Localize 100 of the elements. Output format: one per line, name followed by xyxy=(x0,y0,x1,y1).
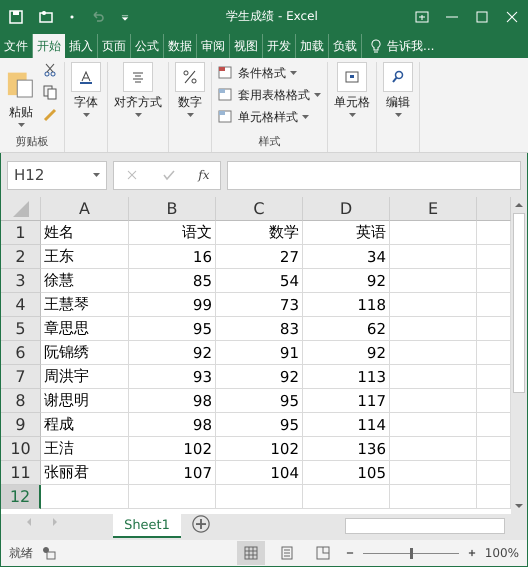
scrollbar-thumb[interactable] xyxy=(513,213,525,393)
maximize-icon[interactable] xyxy=(474,8,490,24)
save-icon[interactable] xyxy=(8,8,24,24)
styles-command[interactable]: 条件格式 xyxy=(238,64,286,82)
table-cell: 阮锦绣 xyxy=(41,341,129,365)
table-cell: 谢思明 xyxy=(41,389,129,413)
table-cell: 93 xyxy=(129,365,216,389)
table-cell: 91 xyxy=(216,341,303,365)
cells-icon xyxy=(344,69,360,85)
row-header[interactable]: 8 xyxy=(1,389,41,413)
table-cell: 92 xyxy=(129,341,216,365)
table-cell: 语文 xyxy=(129,221,216,245)
table-cell: 周洪宇 xyxy=(41,365,129,389)
table-cell: 113 xyxy=(303,365,390,389)
status-text: 就绪 xyxy=(9,544,33,562)
macro-record-icon[interactable] xyxy=(41,545,57,561)
form-icon[interactable] xyxy=(38,8,54,24)
row-header[interactable]: 5 xyxy=(1,317,41,341)
row-header[interactable]: 4 xyxy=(1,293,41,317)
table-cell: 95 xyxy=(216,389,303,413)
table-cell: 程成 xyxy=(41,413,129,437)
row-header[interactable]: 6 xyxy=(1,341,41,365)
table-cell: 99 xyxy=(129,293,216,317)
close-icon[interactable] xyxy=(504,8,520,24)
table-style-icon xyxy=(218,109,234,125)
table-cell: 98 xyxy=(129,413,216,437)
zoom-level[interactable]: 100% xyxy=(484,546,519,560)
page-icon xyxy=(278,545,295,561)
table-cell: 王慧琴 xyxy=(41,293,129,317)
caret-icon[interactable] xyxy=(348,113,356,118)
table-cell: 54 xyxy=(216,269,303,293)
styles-command[interactable]: 单元格样式 xyxy=(238,108,298,126)
table-cell: 104 xyxy=(216,461,303,485)
ribbon-display-icon[interactable] xyxy=(414,8,430,24)
table-cell: 王东 xyxy=(41,245,129,269)
caret-icon[interactable] xyxy=(18,123,24,128)
insert-function-button[interactable]: fx xyxy=(198,168,210,182)
caret-icon[interactable] xyxy=(82,113,90,118)
caret-icon[interactable] xyxy=(290,70,297,76)
table-cell: 数学 xyxy=(216,221,303,245)
column-header[interactable]: D xyxy=(303,197,390,221)
caret-icon[interactable] xyxy=(314,92,321,98)
scissors-icon[interactable] xyxy=(42,62,58,78)
table-cell: 27 xyxy=(216,245,303,269)
table-cell: 118 xyxy=(303,293,390,317)
row-header[interactable]: 1 xyxy=(1,221,41,245)
table-cell: 102 xyxy=(216,437,303,461)
row-header[interactable]: 11 xyxy=(1,461,41,485)
caret-icon[interactable] xyxy=(93,172,100,178)
add-sheet-icon[interactable] xyxy=(191,514,211,534)
table-cell: 117 xyxy=(303,389,390,413)
row-header[interactable]: 9 xyxy=(1,413,41,437)
caret-icon[interactable] xyxy=(394,113,402,118)
group-label: 样式 xyxy=(258,134,280,150)
horizontal-scrollbar[interactable] xyxy=(345,518,505,534)
table-cell: 92 xyxy=(303,269,390,293)
column-header[interactable]: A xyxy=(41,197,129,221)
group-label: 剪贴板 xyxy=(16,134,48,150)
column-header[interactable]: B xyxy=(129,197,216,221)
column-header[interactable]: E xyxy=(390,197,477,221)
font-icon xyxy=(78,69,94,85)
table-cell: 王洁 xyxy=(41,437,129,461)
copy-icon[interactable] xyxy=(42,84,58,100)
table-cell: 张丽君 xyxy=(41,461,129,485)
window-title: 学生成绩 - Excel xyxy=(225,8,319,25)
caret-icon[interactable] xyxy=(134,113,142,118)
formula-field[interactable] xyxy=(227,160,521,190)
table-style-icon xyxy=(218,87,234,103)
grid-icon xyxy=(242,545,259,561)
alignment-button[interactable]: 对齐方式 xyxy=(114,62,162,118)
name-box[interactable]: H12 xyxy=(7,160,107,190)
row-header[interactable]: 10 xyxy=(1,437,41,461)
styles-command[interactable]: 套用表格格式 xyxy=(238,86,310,104)
caret-icon[interactable] xyxy=(186,113,194,118)
table-cell: 34 xyxy=(303,245,390,269)
ribbon-tab[interactable]: 开始 xyxy=(33,34,65,58)
table-cell: 114 xyxy=(303,413,390,437)
table-cell: 章思思 xyxy=(41,317,129,341)
table-cell: 107 xyxy=(129,461,216,485)
cells-button[interactable]: 单元格 xyxy=(334,62,370,118)
column-header[interactable]: C xyxy=(216,197,303,221)
table-cell: 98 xyxy=(129,389,216,413)
row-header[interactable]: 7 xyxy=(1,365,41,389)
table-cell: 姓名 xyxy=(41,221,129,245)
row-header[interactable]: 12 xyxy=(1,485,41,509)
sheet-tab[interactable]: Sheet1 xyxy=(113,514,181,538)
table-cell: 92 xyxy=(216,365,303,389)
paste-button[interactable]: 粘贴 xyxy=(6,62,36,128)
percent-icon xyxy=(182,69,198,85)
table-style-icon xyxy=(218,65,234,81)
caret-icon[interactable] xyxy=(302,114,309,120)
table-cell: 102 xyxy=(129,437,216,461)
tell-me-field[interactable]: 告诉我... xyxy=(387,38,434,54)
table-cell: 92 xyxy=(303,341,390,365)
row-header[interactable]: 3 xyxy=(1,269,41,293)
table-cell: 16 xyxy=(129,245,216,269)
table-cell: 95 xyxy=(216,413,303,437)
row-header[interactable]: 2 xyxy=(1,245,41,269)
normal-view-button[interactable] xyxy=(236,541,265,565)
table-cell: 105 xyxy=(303,461,390,485)
